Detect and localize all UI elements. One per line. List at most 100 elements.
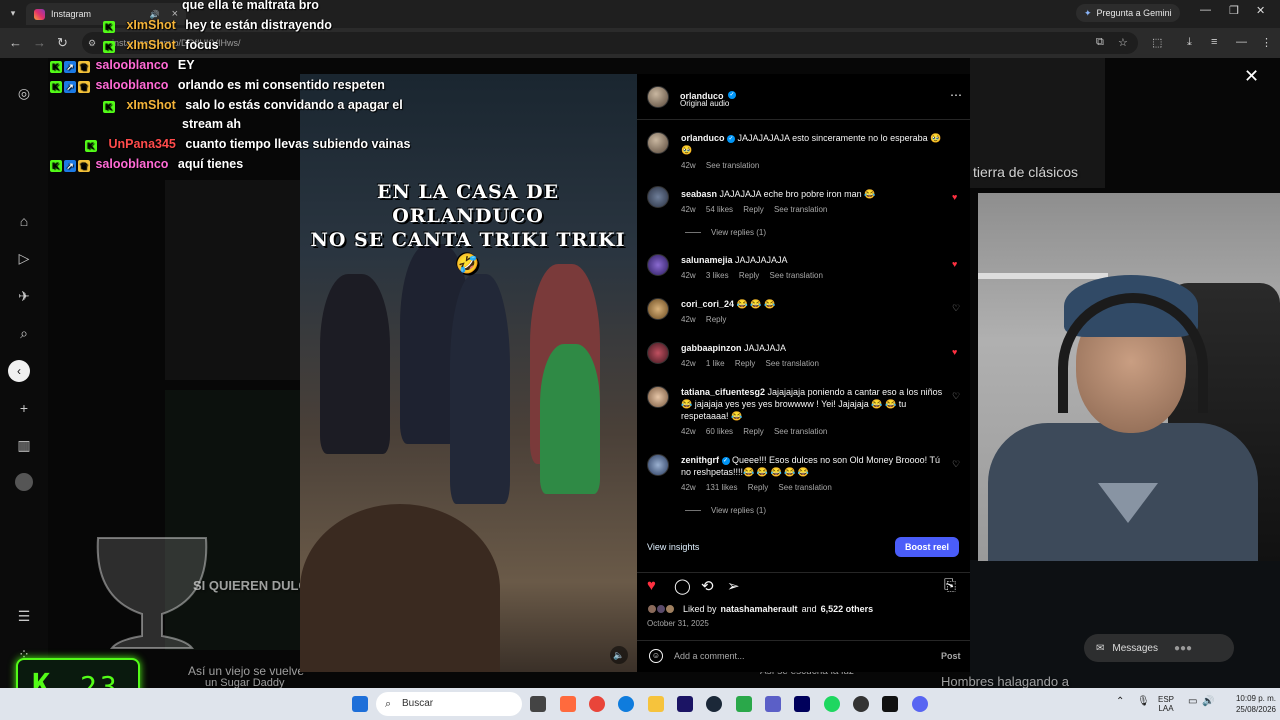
comment-likes[interactable]: 1 like <box>706 359 725 368</box>
add-comment-bar: ☺ Add a comment... Post <box>637 640 970 670</box>
comment-see-translation[interactable]: See translation <box>774 205 827 214</box>
maximize-window-icon[interactable]: ❐ <box>1229 4 1239 17</box>
save-bookmark-icon[interactable]: ⎘ <box>944 577 956 594</box>
home-icon[interactable]: ⌂ <box>15 212 33 230</box>
repost-icon[interactable]: ⟲ <box>701 577 714 595</box>
comment-likes[interactable]: 54 likes <box>706 205 733 214</box>
like-heart-icon[interactable]: ♥ <box>647 577 656 594</box>
spotify-icon[interactable] <box>824 696 840 712</box>
comment-icon[interactable]: ◯ <box>674 577 691 595</box>
comment-like-heart-icon[interactable]: ♡ <box>952 459 960 470</box>
task-view-icon[interactable] <box>530 696 546 712</box>
share-icon[interactable]: ➢ <box>727 577 740 595</box>
taskbar-search[interactable]: ⌕ Buscar <box>376 692 522 716</box>
close-window-icon[interactable]: ✕ <box>1256 4 1265 17</box>
more-menu-icon[interactable]: ☰ <box>15 607 33 625</box>
view-insights-link[interactable]: View insights <box>647 542 699 552</box>
premiere-icon[interactable] <box>677 696 693 712</box>
comment-like-heart-icon[interactable]: ♥ <box>952 259 957 269</box>
audio-label[interactable]: Original audio <box>680 99 729 108</box>
extensions-icon[interactable]: ⬚ <box>1152 36 1162 49</box>
windows-start-icon[interactable] <box>352 696 368 712</box>
caption-see-translation[interactable]: See translation <box>706 161 759 170</box>
app-green-icon[interactable] <box>736 696 752 712</box>
comment-likes[interactable]: 60 likes <box>706 427 733 436</box>
comment-see-translation[interactable]: See translation <box>774 427 827 436</box>
comment-like-heart-icon[interactable]: ♡ <box>952 391 960 402</box>
comment-username[interactable]: tatiana_cifuentesg2 <box>681 387 765 397</box>
post-comment-button[interactable]: Post <box>941 651 961 661</box>
reels-icon[interactable]: ▷ <box>15 249 33 267</box>
boost-reel-button[interactable]: Boost reel <box>895 537 959 557</box>
comment-see-translation[interactable]: See translation <box>770 271 823 280</box>
commenter-avatar[interactable] <box>647 454 669 476</box>
commenter-avatar[interactable] <box>647 186 669 208</box>
liked-by-others[interactable]: 6,522 others <box>821 604 874 614</box>
view-replies[interactable]: View replies (1) <box>685 506 766 515</box>
gemini-button[interactable]: ✦ Pregunta a Gemini <box>1076 4 1180 22</box>
comment-username[interactable]: seabasn <box>681 189 717 199</box>
comment-username[interactable]: salunamejia <box>681 255 733 265</box>
previous-post-icon[interactable]: ‹ <box>8 360 30 382</box>
search-icon[interactable]: ⌕ <box>15 324 33 342</box>
discord-icon[interactable] <box>912 696 928 712</box>
reading-list-icon[interactable]: ≡ <box>1211 36 1217 48</box>
file-explorer-icon[interactable] <box>648 696 664 712</box>
comment-reply[interactable]: Reply <box>706 315 726 324</box>
comment-reply[interactable]: Reply <box>739 271 759 280</box>
liked-by-user[interactable]: natashamaherault <box>721 604 798 614</box>
author-avatar[interactable] <box>647 86 669 108</box>
comment-reply[interactable]: Reply <box>743 427 763 436</box>
view-replies[interactable]: View replies (1) <box>685 228 766 237</box>
comment-text: JAJAJAJA <box>744 343 787 353</box>
commenter-avatar[interactable] <box>647 298 669 320</box>
caption-username[interactable]: orlanduco <box>681 133 725 143</box>
download-icon[interactable]: ⤓ <box>1187 36 1192 49</box>
comment-likes[interactable]: 3 likes <box>706 271 729 280</box>
install-app-icon[interactable]: ⧉ <box>1096 36 1104 49</box>
copilot-icon[interactable] <box>560 696 576 712</box>
audition-icon[interactable] <box>794 696 810 712</box>
author-avatar[interactable] <box>647 132 669 154</box>
app-r-icon[interactable] <box>882 696 898 712</box>
chrome-icon[interactable] <box>589 696 605 712</box>
comment-username[interactable]: cori_cori_24 <box>681 299 734 309</box>
language-indicator[interactable]: ESP LAA <box>1158 695 1174 713</box>
steam-icon[interactable] <box>706 696 722 712</box>
commenter-avatar[interactable] <box>647 342 669 364</box>
taskbar-clock[interactable]: 10:09 p. m. 25/08/2026 <box>1196 693 1276 715</box>
add-comment-input[interactable]: Add a comment... <box>674 651 745 661</box>
commenter-avatar[interactable] <box>647 254 669 276</box>
more-vertical-icon[interactable]: ⋮ <box>1261 36 1272 49</box>
comment-username[interactable]: zenithgrf <box>681 455 719 465</box>
comment-reply[interactable]: Reply <box>743 205 763 214</box>
comment-see-translation[interactable]: See translation <box>778 483 831 492</box>
comment-reply[interactable]: Reply <box>735 359 755 368</box>
mute-toggle-icon[interactable]: 🔈 <box>610 646 628 664</box>
comment-like-heart-icon[interactable]: ♥ <box>952 347 957 357</box>
emoji-picker-icon[interactable]: ☺ <box>649 649 663 663</box>
microphone-icon[interactable]: 🎙 <box>1137 697 1150 707</box>
profile-avatar-icon[interactable] <box>15 473 33 491</box>
close-modal-icon[interactable]: ✕ <box>1244 66 1259 87</box>
teams-icon[interactable] <box>765 696 781 712</box>
obs-icon[interactable] <box>853 696 869 712</box>
comment-likes[interactable]: 131 likes <box>706 483 738 492</box>
comment-username[interactable]: gabbaapinzon <box>681 343 742 353</box>
bookmark-star-icon[interactable]: ☆ <box>1118 36 1128 49</box>
dashboard-icon[interactable]: ▥ <box>15 436 33 454</box>
minimize-window-icon[interactable]: — <box>1200 4 1211 16</box>
edge-icon[interactable] <box>618 696 634 712</box>
comment-reply[interactable]: Reply <box>748 483 768 492</box>
tray-chevron-icon[interactable]: ⌃ <box>1116 697 1124 707</box>
commenter-avatar[interactable] <box>647 386 669 408</box>
comment-text: JAJAJAJA eche bro pobre iron man 😂 <box>719 189 876 199</box>
create-icon[interactable]: + <box>15 399 33 417</box>
browser-menu-icon[interactable]: — <box>1236 36 1247 48</box>
comment-see-translation[interactable]: See translation <box>766 359 819 368</box>
comment-like-heart-icon[interactable]: ♥ <box>952 192 957 202</box>
direct-messages-icon[interactable]: ✈ <box>15 287 33 305</box>
more-options-icon[interactable]: ⋯ <box>950 88 962 102</box>
messages-pill[interactable]: ✉ Messages ●●● <box>1084 634 1234 662</box>
comment-like-heart-icon[interactable]: ♡ <box>952 303 960 314</box>
